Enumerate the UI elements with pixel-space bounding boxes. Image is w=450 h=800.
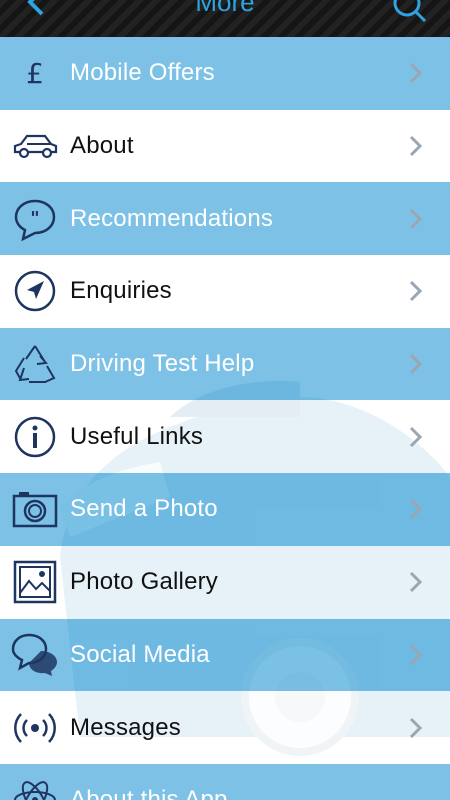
menu-item-messages[interactable]: Messages bbox=[0, 691, 450, 764]
chevron-right-icon bbox=[409, 426, 423, 447]
navigation-arrow-icon bbox=[10, 266, 60, 316]
menu-item-label: Useful Links bbox=[70, 422, 204, 450]
chevron-right-icon bbox=[409, 208, 423, 229]
menu-item-label: Social Media bbox=[70, 640, 210, 668]
picture-icon bbox=[10, 557, 60, 607]
menu-item-label: Send a Photo bbox=[70, 495, 218, 523]
car-icon bbox=[10, 121, 60, 171]
chat-bubbles-icon bbox=[10, 630, 60, 680]
search-icon[interactable] bbox=[392, 0, 428, 24]
chevron-right-icon bbox=[409, 354, 423, 375]
recycle-icon bbox=[10, 339, 60, 389]
menu-item-useful-links[interactable]: Useful Links bbox=[0, 400, 450, 474]
menu-item-label: Enquiries bbox=[70, 277, 172, 305]
menu-item-label: About bbox=[70, 132, 134, 160]
chevron-right-icon bbox=[409, 499, 423, 520]
chevron-right-icon bbox=[409, 572, 423, 593]
menu-item-about-this-app[interactable]: About this App bbox=[0, 763, 450, 800]
page-title: More bbox=[195, 0, 255, 17]
menu-item-social-media[interactable]: Social Media bbox=[0, 618, 450, 692]
menu-item-about[interactable]: About bbox=[0, 109, 450, 183]
chevron-right-icon bbox=[409, 644, 423, 665]
svg-text:": " bbox=[30, 208, 39, 229]
chevron-right-icon bbox=[409, 281, 423, 302]
menu-item-label: Photo Gallery bbox=[70, 568, 219, 596]
menu-item-photo-gallery[interactable]: Photo Gallery bbox=[0, 545, 450, 619]
menu-item-recommendations[interactable]: " Recommendations bbox=[0, 182, 450, 256]
menu-list: £ Mobile Offers About " Recommendations … bbox=[0, 37, 450, 800]
atom-icon bbox=[10, 775, 60, 800]
menu-item-mobile-offers[interactable]: £ Mobile Offers bbox=[0, 37, 450, 110]
menu-item-label: Recommendations bbox=[70, 204, 274, 232]
top-bar: More bbox=[0, 0, 450, 37]
broadcast-icon bbox=[10, 703, 60, 753]
menu-item-label: About this App bbox=[70, 785, 228, 800]
menu-item-send-a-photo[interactable]: Send a Photo bbox=[0, 473, 450, 546]
chevron-right-icon bbox=[409, 63, 423, 84]
menu-item-enquiries[interactable]: Enquiries bbox=[0, 255, 450, 328]
svg-text:£: £ bbox=[26, 57, 44, 90]
pound-icon: £ bbox=[10, 48, 60, 98]
menu-item-label: Driving Test Help bbox=[70, 350, 255, 378]
menu-item-driving-test-help[interactable]: Driving Test Help bbox=[0, 327, 450, 401]
chevron-right-icon bbox=[409, 717, 423, 738]
info-icon bbox=[10, 412, 60, 462]
menu-item-label: Mobile Offers bbox=[70, 59, 215, 87]
camera-icon bbox=[10, 484, 60, 534]
chevron-right-icon bbox=[409, 135, 423, 157]
quote-bubble-icon: " bbox=[10, 194, 60, 244]
menu-item-label: Messages bbox=[70, 713, 181, 741]
